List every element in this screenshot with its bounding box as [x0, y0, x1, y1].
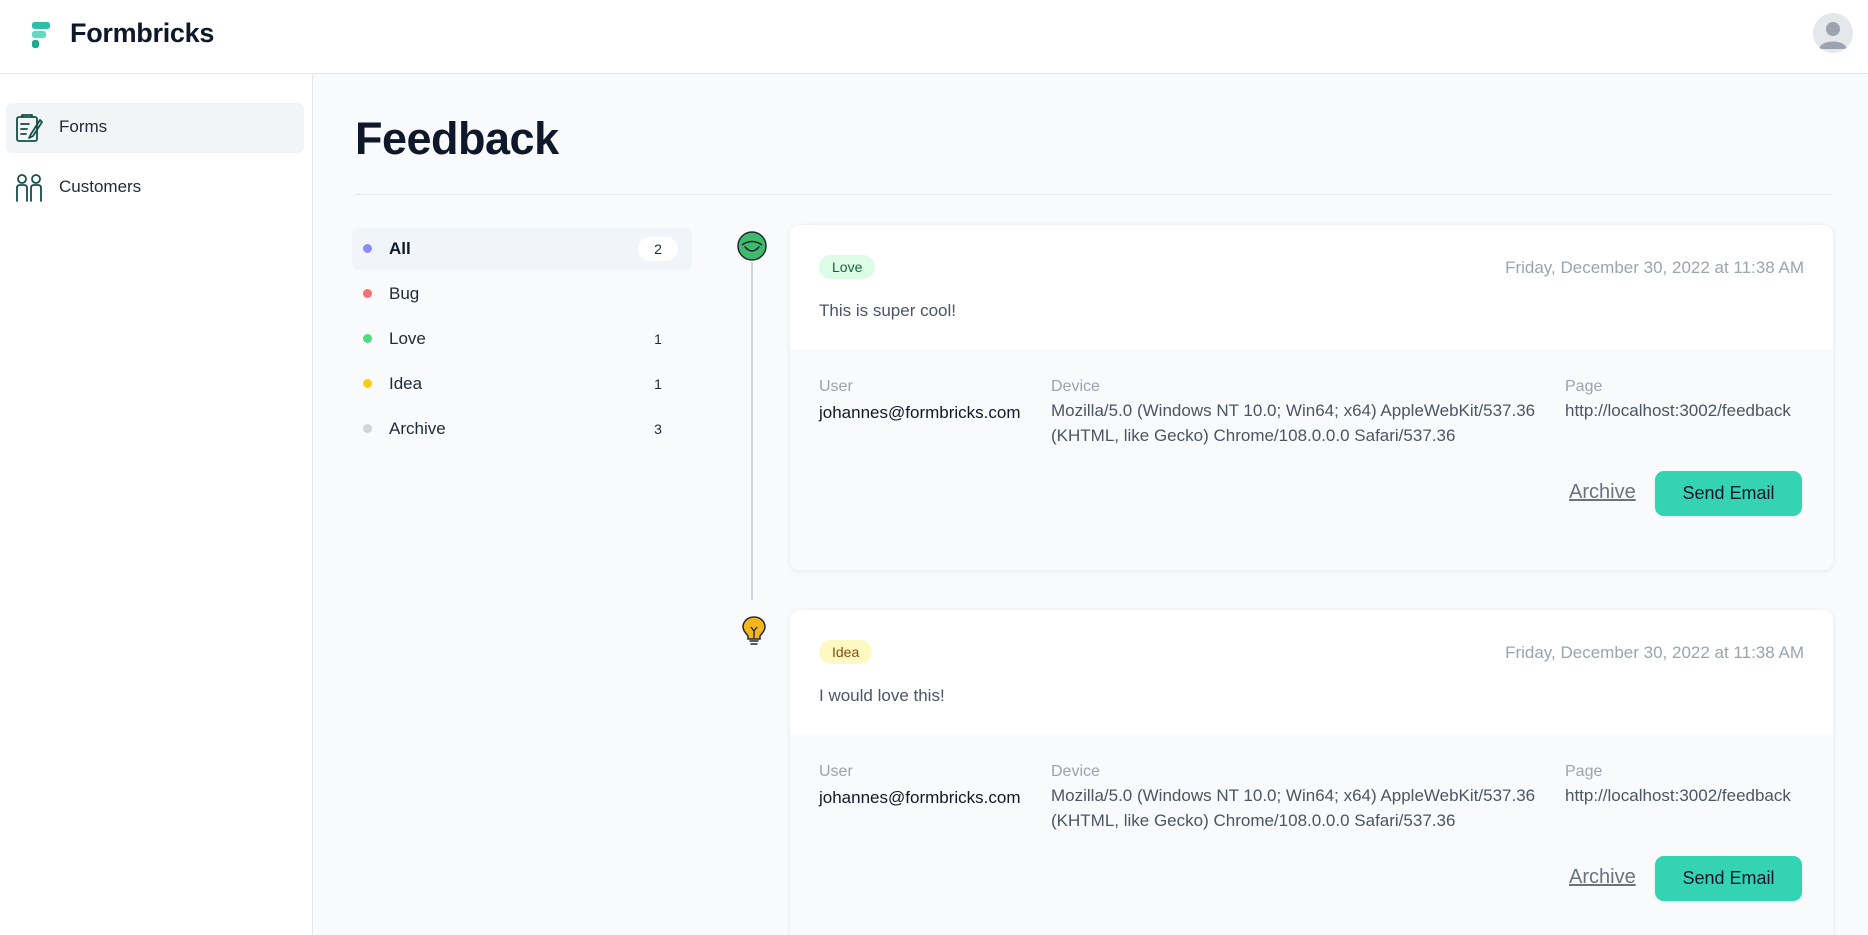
sidebar-item-customers[interactable]: Customers: [6, 163, 304, 213]
filter-idea[interactable]: Idea 1: [352, 363, 692, 405]
top-bar: Formbricks: [0, 0, 1868, 74]
filter-count: 3: [638, 417, 678, 441]
filter-label: Idea: [389, 374, 423, 393]
user-label: User: [819, 378, 853, 395]
archive-button[interactable]: Archive: [1569, 866, 1636, 889]
feedback-card: Love Friday, December 30, 2022 at 11:38 …: [790, 225, 1833, 570]
formbricks-logo-icon[interactable]: [30, 20, 54, 50]
page-label: Page: [1565, 763, 1603, 780]
device-line-2: (KHTML, like Gecko) Chrome/108.0.0.0 Saf…: [1051, 426, 1456, 445]
filter-love[interactable]: Love 1: [352, 318, 692, 360]
user-email: johannes@formbricks.com: [819, 403, 1021, 422]
filter-label: Love: [389, 329, 426, 348]
feedback-message: I would love this!: [819, 686, 945, 705]
filter-label: Bug: [389, 284, 420, 303]
device-label: Device: [1051, 378, 1100, 395]
sidebar-item-label: Forms: [59, 117, 108, 136]
timeline-line: [751, 262, 753, 600]
status-dot: [363, 334, 372, 343]
timestamp: Friday, December 30, 2022 at 11:38 AM: [1505, 643, 1804, 662]
status-dot: [363, 424, 372, 433]
filter-archive[interactable]: Archive 3: [352, 408, 692, 450]
page-url: http://localhost:3002/feedback: [1565, 401, 1791, 420]
card-header: Love Friday, December 30, 2022 at 11:38 …: [790, 225, 1833, 349]
status-dot: [363, 289, 372, 298]
filter-count: 1: [638, 372, 678, 396]
status-dot: [363, 379, 372, 388]
user-email: johannes@formbricks.com: [819, 788, 1021, 807]
type-badge: Love: [819, 255, 876, 279]
filter-all[interactable]: All 2: [352, 228, 692, 270]
filter-count: 2: [638, 237, 678, 261]
user-avatar[interactable]: [1813, 13, 1853, 53]
filter-label: Archive: [389, 419, 446, 438]
send-email-button[interactable]: Send Email: [1655, 471, 1802, 516]
device-line-1: Mozilla/5.0 (Windows NT 10.0; Win64; x64…: [1051, 401, 1536, 420]
type-badge: Idea: [819, 640, 873, 664]
avatar-person-icon: [1819, 22, 1847, 49]
card-details: User johannes@formbricks.com Device Mozi…: [790, 734, 1833, 935]
feedback-message: This is super cool!: [819, 301, 956, 320]
status-dot: [363, 244, 372, 253]
archive-button[interactable]: Archive: [1569, 481, 1636, 504]
clipboard-edit-icon: [16, 114, 43, 142]
user-label: User: [819, 763, 853, 780]
users-icon: [16, 174, 42, 202]
page-label: Page: [1565, 378, 1603, 395]
timestamp: Friday, December 30, 2022 at 11:38 AM: [1505, 258, 1804, 277]
device-line-2: (KHTML, like Gecko) Chrome/108.0.0.0 Saf…: [1051, 811, 1456, 830]
page-url: http://localhost:3002/feedback: [1565, 786, 1791, 805]
filter-bug[interactable]: Bug: [352, 273, 692, 315]
feedback-card: Idea Friday, December 30, 2022 at 11:38 …: [790, 610, 1833, 935]
sidebar-item-forms[interactable]: Forms: [6, 103, 304, 153]
card-header: Idea Friday, December 30, 2022 at 11:38 …: [790, 610, 1833, 734]
device-line-1: Mozilla/5.0 (Windows NT 10.0; Win64; x64…: [1051, 786, 1536, 805]
sidebar: Forms Customers: [0, 74, 313, 935]
filter-count: 1: [638, 327, 678, 351]
page-title: Feedback: [355, 113, 559, 164]
card-details: User johannes@formbricks.com Device Mozi…: [790, 349, 1833, 570]
lightbulb-icon: [742, 616, 766, 645]
sidebar-item-label: Customers: [59, 177, 142, 196]
filter-label: All: [389, 239, 411, 258]
device-label: Device: [1051, 763, 1100, 780]
brand-name[interactable]: Formbricks: [70, 18, 214, 49]
divider: [355, 194, 1833, 195]
smiley-face-icon: [737, 231, 767, 261]
send-email-button[interactable]: Send Email: [1655, 856, 1802, 901]
